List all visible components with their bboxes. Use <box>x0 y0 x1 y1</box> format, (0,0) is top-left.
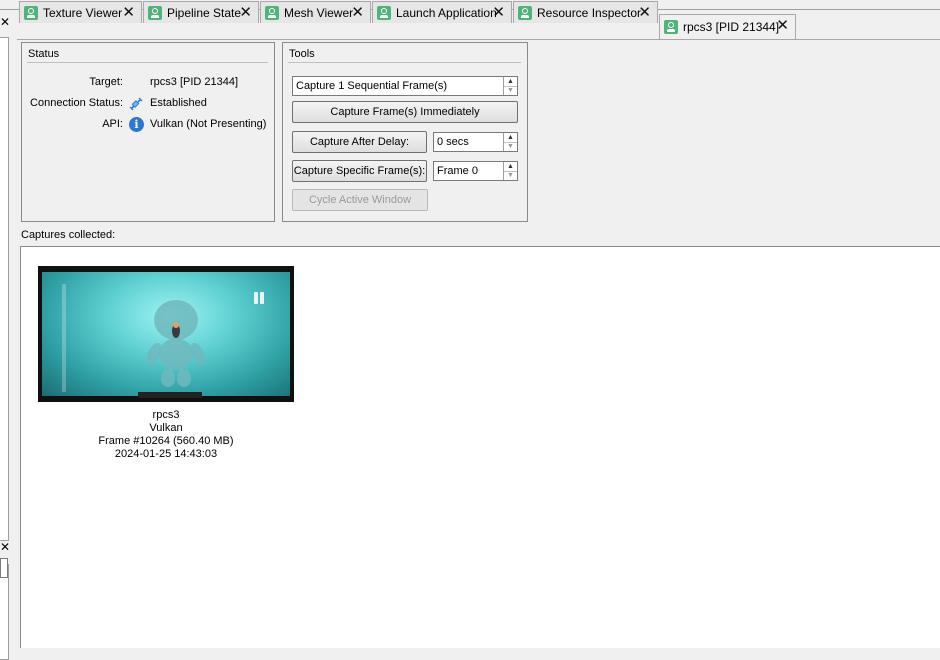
status-title: Status <box>28 48 60 60</box>
target-value: rpcs3 [PID 21344] <box>150 76 239 88</box>
tab-label: rpcs3 [PID 21344] <box>683 20 780 34</box>
captures-collected-label: Captures collected: <box>21 229 116 241</box>
character-figure <box>146 300 206 387</box>
api-label: API: <box>102 118 123 130</box>
capture-preview-image <box>42 272 290 398</box>
tab-texture-viewer[interactable]: Texture Viewer ✕ <box>19 1 142 23</box>
tab-pipeline-state[interactable]: Pipeline State ✕ <box>143 1 259 23</box>
tab-label: Resource Inspector <box>537 5 642 20</box>
connection-plug-icon <box>129 97 143 111</box>
close-icon[interactable]: ✕ <box>0 16 10 28</box>
close-icon[interactable]: ✕ <box>776 17 789 35</box>
delay-spinbox[interactable]: 0 secs ▲ ▼ <box>433 132 518 152</box>
capture-api: Vulkan <box>149 422 183 434</box>
tab-mesh-viewer[interactable]: Mesh Viewer ✕ <box>260 1 371 23</box>
viewer-icon <box>664 20 678 34</box>
chevron-down-icon[interactable]: ▼ <box>504 171 517 180</box>
close-icon[interactable]: ✕ <box>638 4 651 22</box>
connection-value: Established <box>150 97 207 109</box>
info-icon: i <box>129 117 144 132</box>
left-dock-input[interactable] <box>0 558 8 578</box>
viewer-icon <box>265 5 279 20</box>
tools-title: Tools <box>289 48 315 60</box>
left-dock-strip: ✕ ✕ <box>0 10 11 660</box>
spinbox-arrows: ▲ ▼ <box>503 162 517 180</box>
chevron-down-icon[interactable]: ▼ <box>504 142 517 151</box>
connection-label: Connection Status: <box>30 97 123 109</box>
tab-label: Texture Viewer <box>43 5 123 20</box>
close-icon[interactable]: ✕ <box>239 4 252 22</box>
sequential-frames-value: Capture 1 Sequential Frame(s) <box>296 80 448 92</box>
chevron-down-icon[interactable]: ▼ <box>504 86 517 95</box>
pause-icon <box>254 292 265 304</box>
capture-name: rpcs3 <box>152 409 180 421</box>
capture-immediately-button[interactable]: Capture Frame(s) Immediately <box>292 101 518 123</box>
sequential-frames-spinbox[interactable]: Capture 1 Sequential Frame(s) ▲ ▼ <box>292 76 518 96</box>
tab-launch-application[interactable]: Launch Application ✕ <box>372 1 512 23</box>
scale-bar <box>62 284 66 392</box>
left-dock-panel <box>0 37 9 541</box>
delay-value: 0 secs <box>437 136 469 148</box>
viewer-icon <box>377 5 391 20</box>
tab-bar-divider <box>17 39 940 40</box>
tools-group: Tools Capture 1 Sequential Frame(s) ▲ ▼ … <box>282 42 528 222</box>
capture-specific-frames-button[interactable]: Capture Specific Frame(s): <box>292 160 427 182</box>
api-value: Vulkan (Not Presenting) <box>150 118 267 130</box>
close-icon[interactable]: ✕ <box>351 4 364 22</box>
tab-label: Launch Application <box>396 5 497 20</box>
frame-spinbox[interactable]: Frame 0 ▲ ▼ <box>433 161 518 181</box>
target-label: Target: <box>89 76 123 88</box>
close-icon[interactable]: ✕ <box>0 541 10 553</box>
tab-label: Pipeline State <box>167 5 242 20</box>
left-dock-panel <box>0 564 9 660</box>
close-icon[interactable]: ✕ <box>122 4 135 22</box>
capture-thumbnail[interactable] <box>38 266 294 402</box>
capture-after-delay-button[interactable]: Capture After Delay: <box>292 131 427 153</box>
spinbox-arrows: ▲ ▼ <box>503 133 517 151</box>
viewer-icon <box>518 5 532 20</box>
tab-resource-inspector[interactable]: Resource Inspector ✕ <box>513 1 658 23</box>
capture-frame-info: Frame #10264 (560.40 MB) <box>98 435 234 447</box>
cycle-active-window-button[interactable]: Cycle Active Window <box>292 189 428 211</box>
viewer-icon <box>24 5 38 20</box>
spinbox-arrows: ▲ ▼ <box>503 77 517 95</box>
tab-label: Mesh Viewer <box>284 5 354 20</box>
frame-value: Frame 0 <box>437 165 478 177</box>
close-icon[interactable]: ✕ <box>492 4 505 22</box>
divider <box>27 62 268 63</box>
tab-rpcs3[interactable]: rpcs3 [PID 21344] ✕ <box>659 14 796 39</box>
capture-timestamp: 2024-01-25 14:43:03 <box>114 448 218 460</box>
divider <box>288 62 521 63</box>
preview-hud-bar <box>138 392 202 398</box>
status-group: Status Target: rpcs3 [PID 21344] Connect… <box>21 42 275 222</box>
viewer-icon <box>148 5 162 20</box>
